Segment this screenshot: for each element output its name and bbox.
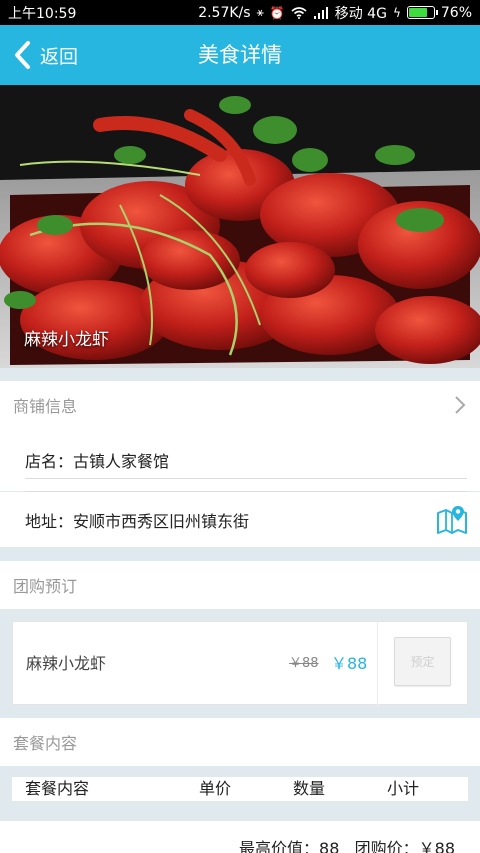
original-price: ￥88 (289, 656, 319, 671)
battery-icon (406, 6, 438, 19)
wifi-icon (291, 6, 307, 19)
battery-percent: 76% (440, 4, 472, 21)
shop-info-title: 商铺信息 (13, 397, 78, 416)
status-bar: 上午10:59 2.57K/s ⚹ ⏰ 移动 4G ϟ 76% (0, 0, 480, 25)
status-time: 上午10:59 (8, 5, 77, 22)
price-summary: 最高价值：88 团购价：￥88 (239, 839, 455, 853)
divider (377, 622, 378, 706)
shop-name-row: 店名：古镇人家餐馆 (0, 429, 480, 491)
chevron-right-icon (455, 396, 466, 414)
network-speed: 2.57K/s (198, 4, 251, 21)
alarm-icon: ⏰ (269, 5, 285, 20)
group-price: ￥88 (331, 654, 368, 673)
dish-name-overlay: 麻辣小龙虾 (24, 330, 109, 350)
shop-name: 店名：古镇人家餐馆 (25, 452, 170, 471)
column-header: 小计 (387, 779, 420, 798)
food-photo: 麻辣小龙虾 (0, 85, 480, 368)
divider (25, 478, 467, 479)
deal-name: 麻辣小龙虾 (26, 654, 107, 673)
signal-icon (313, 6, 328, 19)
status-right: 2.57K/s ⚹ ⏰ 移动 4G ϟ 76% (198, 3, 472, 23)
shop-address-row: 地址：安顺市西秀区旧州镇东街 (0, 492, 480, 547)
shop-address: 地址：安顺市西秀区旧州镇东街 (25, 511, 250, 531)
package-table-header: 套餐内容 单价 数量 小计 (12, 777, 468, 801)
column-header: 套餐内容 (25, 779, 90, 798)
back-label: 返回 (40, 45, 79, 68)
column-header: 单价 (199, 779, 232, 798)
book-button[interactable]: 预定 (394, 637, 451, 686)
group-buy-title: 团购预订 (13, 577, 78, 596)
group-buy-header: 团购预订 (0, 561, 480, 609)
map-icon[interactable] (436, 505, 468, 535)
battery-fill (408, 8, 428, 17)
column-header: 数量 (293, 779, 326, 798)
back-button[interactable]: 返回 (12, 25, 78, 85)
carrier-label: 移动 4G (334, 5, 387, 22)
package-title: 套餐内容 (13, 734, 78, 753)
nav-bar: 返回 美食详情 (0, 25, 480, 85)
shop-info-header[interactable]: 商铺信息 (0, 381, 480, 429)
usb-icon: ⚹ (256, 5, 264, 19)
deal-card: 麻辣小龙虾 ￥88 ￥88 预定 (12, 621, 468, 706)
price-summary-bar: 最高价值：88 团购价：￥88 (0, 821, 480, 853)
back-arrow-icon (15, 41, 30, 69)
package-header: 套餐内容 (0, 718, 480, 766)
charging-icon: ϟ (392, 5, 401, 20)
